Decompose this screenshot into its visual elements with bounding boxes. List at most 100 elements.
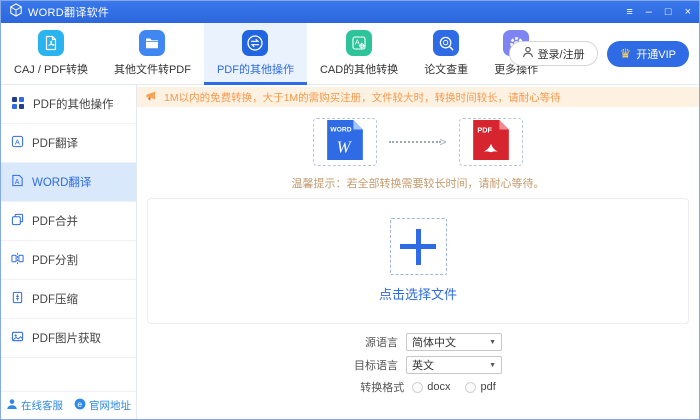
toolbar-right: 登录/注册 ♛ 开通VIP xyxy=(509,41,689,67)
file-to-pdf-icon xyxy=(139,30,165,56)
titlebar: WORD翻译软件 ≡ – □ × xyxy=(1,1,699,23)
format-label: 转换格式 xyxy=(340,379,404,395)
merge-icon xyxy=(11,213,24,229)
toolbar-tab-label: CAJ / PDF转换 xyxy=(14,61,88,77)
window-controls: ≡ – □ × xyxy=(626,7,691,18)
conversion-form: 源语言 简体中文 ▼ 目标语言 英文 ▼ 转换格式 xyxy=(137,333,699,395)
radio-icon[interactable] xyxy=(465,382,476,393)
globe-e-icon: e xyxy=(74,398,86,413)
cad-icon: A xyxy=(346,30,372,56)
format-row: 转换格式 docx pdf xyxy=(340,379,496,395)
chevron-down-icon: ▼ xyxy=(489,362,496,369)
format-options: docx pdf xyxy=(412,381,496,393)
maximize-button[interactable]: □ xyxy=(665,7,672,18)
sidebar-item-pdf-other-ops[interactable]: PDF的其他操作 xyxy=(1,85,136,124)
open-vip-label: 开通VIP xyxy=(636,46,676,62)
upload-panel: 点击选择文件 xyxy=(147,198,689,324)
close-button[interactable]: × xyxy=(685,7,691,18)
image-icon xyxy=(11,330,24,346)
login-register-label: 登录/注册 xyxy=(538,46,585,62)
conversion-illustration: WORD W > PDF xyxy=(137,118,699,166)
format-option-docx[interactable]: docx xyxy=(412,381,450,393)
caj-pdf-icon xyxy=(38,30,64,56)
target-language-select[interactable]: 英文 ▼ xyxy=(406,356,502,374)
translate-doc-icon: A xyxy=(11,174,24,190)
crown-icon: ♛ xyxy=(620,47,632,60)
toolbar-tab-cad-convert[interactable]: A CAD的其他转换 xyxy=(307,23,411,84)
radio-icon[interactable] xyxy=(412,382,423,393)
svg-text:PDF: PDF xyxy=(477,125,492,134)
pdf-ops-icon xyxy=(242,30,268,56)
app-logo-icon xyxy=(9,3,23,22)
official-site-label: 官网地址 xyxy=(89,398,131,413)
source-file-box: WORD W xyxy=(313,118,377,166)
sidebar-item-pdf-compress[interactable]: PDF压缩 xyxy=(1,280,136,319)
svg-text:W: W xyxy=(337,137,353,156)
target-language-value: 英文 xyxy=(412,357,434,373)
sidebar-item-pdf-image-extract[interactable]: PDF图片获取 xyxy=(1,319,136,358)
toolbar-tab-label: 论文查重 xyxy=(424,61,468,77)
sidebar-item-label: PDF分割 xyxy=(32,252,78,268)
source-language-row: 源语言 简体中文 ▼ xyxy=(334,333,502,351)
grid-icon xyxy=(11,96,25,113)
sidebar-item-label: WORD翻译 xyxy=(32,174,91,190)
chevron-down-icon: ▼ xyxy=(489,339,496,346)
warm-hint-text: 温馨提示：若全部转换需要较长时间，请耐心等待。 xyxy=(137,175,699,191)
online-service-label: 在线客服 xyxy=(21,398,63,413)
person-icon xyxy=(522,46,534,61)
sidebar-footer: 在线客服 e 官网地址 xyxy=(1,391,136,419)
app-title: WORD翻译软件 xyxy=(28,4,109,20)
login-register-button[interactable]: 登录/注册 xyxy=(509,41,598,66)
select-file-dropzone[interactable] xyxy=(390,218,447,275)
sidebar-item-label: PDF压缩 xyxy=(32,291,78,307)
source-language-value: 简体中文 xyxy=(412,334,456,350)
svg-text:e: e xyxy=(77,399,82,409)
official-site-link[interactable]: e 官网地址 xyxy=(74,398,131,413)
open-vip-button[interactable]: ♛ 开通VIP xyxy=(607,41,689,67)
plus-icon xyxy=(400,229,436,265)
toolbar-tab-caj-pdf[interactable]: CAJ / PDF转换 xyxy=(1,23,101,84)
svg-text:A: A xyxy=(15,179,20,186)
app-window: WORD翻译软件 ≡ – □ × CAJ / PDF转换 其他文件转PDF PD… xyxy=(0,0,700,420)
format-option-label: docx xyxy=(427,381,450,393)
source-language-select[interactable]: 简体中文 ▼ xyxy=(406,333,502,351)
target-language-row: 目标语言 英文 ▼ xyxy=(334,356,502,374)
source-language-label: 源语言 xyxy=(334,334,398,350)
toolbar-tab-pdf-other-ops[interactable]: PDF的其他操作 xyxy=(204,23,307,84)
sidebar-item-word-translate[interactable]: A WORD翻译 xyxy=(1,163,136,202)
online-service-link[interactable]: 在线客服 xyxy=(6,398,63,413)
format-option-pdf[interactable]: pdf xyxy=(465,381,495,393)
headset-person-icon xyxy=(6,398,18,413)
sidebar-item-pdf-split[interactable]: PDF分割 xyxy=(1,241,136,280)
split-icon xyxy=(11,252,24,268)
sidebar-item-label: PDF的其他操作 xyxy=(33,96,114,112)
sidebar-item-label: PDF翻译 xyxy=(32,135,78,151)
target-language-label: 目标语言 xyxy=(334,357,398,373)
toolbar-tab-label: PDF的其他操作 xyxy=(217,61,294,77)
format-option-label: pdf xyxy=(480,381,495,393)
toolbar-tab-label: 其他文件转PDF xyxy=(114,61,191,77)
sidebar-item-pdf-translate[interactable]: A PDF翻译 xyxy=(1,124,136,163)
compress-icon xyxy=(11,291,24,307)
dashed-arrow-icon: > xyxy=(389,135,446,149)
paper-check-icon xyxy=(433,30,459,56)
toolbar-tab-paper-check[interactable]: 论文查重 xyxy=(411,23,481,84)
sidebar: PDF的其他操作 A PDF翻译 A WORD翻译 PDF合并 xyxy=(1,85,137,419)
minimize-button[interactable]: – xyxy=(646,7,652,18)
word-file-icon: WORD W xyxy=(326,119,364,166)
svg-text:WORD: WORD xyxy=(331,126,352,133)
select-file-label[interactable]: 点击选择文件 xyxy=(379,284,457,303)
sidebar-item-label: PDF图片获取 xyxy=(32,330,101,346)
megaphone-icon xyxy=(145,89,158,105)
toolbar-tab-file-to-pdf[interactable]: 其他文件转PDF xyxy=(101,23,204,84)
sidebar-item-pdf-merge[interactable]: PDF合并 xyxy=(1,202,136,241)
main-content: 1M以内的免费转换，大于1M的需购买注册，文件较大时，转换时间较长，请耐心等待 … xyxy=(137,85,699,419)
notice-text: 1M以内的免费转换，大于1M的需购买注册，文件较大时，转换时间较长，请耐心等待 xyxy=(164,90,561,105)
sidebar-item-label: PDF合并 xyxy=(32,213,78,229)
translate-doc-icon: A xyxy=(11,135,24,151)
svg-text:A: A xyxy=(15,137,20,146)
toolbar-tab-label: CAD的其他转换 xyxy=(320,61,398,77)
notice-bar: 1M以内的免费转换，大于1M的需购买注册，文件较大时，转换时间较长，请耐心等待 xyxy=(137,87,699,107)
pdf-file-icon: PDF xyxy=(472,119,510,166)
menu-icon[interactable]: ≡ xyxy=(626,7,632,18)
